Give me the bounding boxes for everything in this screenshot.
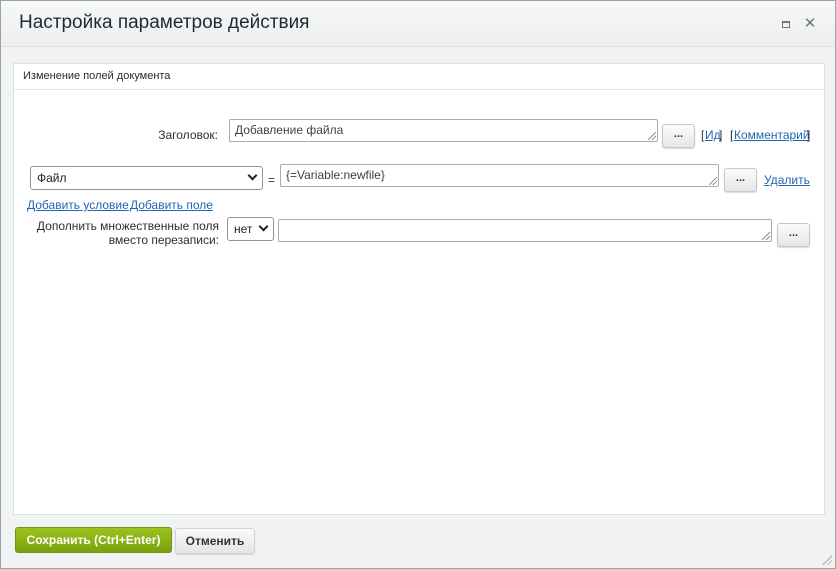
append-select-value: нет	[234, 222, 253, 236]
comment-link[interactable]: Комментарий	[734, 128, 810, 142]
append-input[interactable]	[278, 219, 772, 242]
resize-grip-icon[interactable]	[822, 555, 832, 565]
chevron-down-icon	[258, 221, 269, 232]
id-bracket-open: [	[701, 128, 705, 142]
save-button[interactable]: Сохранить (Ctrl+Enter)	[15, 527, 172, 553]
comment-bracket-open: [	[730, 128, 734, 142]
comment-bracket-close: ]	[807, 128, 811, 142]
append-label: Дополнить множественные поля вместо пере…	[21, 219, 219, 247]
add-condition-link[interactable]: Добавить условие	[27, 198, 129, 212]
dialog-title: Настройка параметров действия	[19, 12, 310, 33]
append-label-line2: вместо перезаписи:	[108, 233, 219, 247]
dialog-titlebar[interactable]: Настройка параметров действия ✕	[1, 1, 835, 47]
append-insert-button[interactable]: ...	[777, 223, 810, 247]
title-insert-button[interactable]: ...	[662, 124, 695, 148]
append-select[interactable]: нет	[227, 217, 274, 241]
field-select[interactable]: Файл	[30, 166, 263, 190]
field-insert-button[interactable]: ...	[724, 168, 757, 192]
id-bracket-close: ]	[719, 128, 723, 142]
resize-handle-icon[interactable]	[762, 232, 770, 240]
close-icon[interactable]: ✕	[803, 16, 817, 31]
equals-sign: =	[268, 173, 276, 187]
resize-handle-icon[interactable]	[648, 132, 656, 140]
cancel-button[interactable]: Отменить	[175, 528, 255, 554]
action-settings-dialog: Настройка параметров действия ✕ Изменени…	[0, 0, 836, 569]
field-value-text: {=Variable:newfile}	[286, 168, 385, 182]
delete-link[interactable]: Удалить	[764, 173, 810, 187]
field-select-value: Файл	[37, 171, 67, 185]
title-label: Заголовок:	[158, 128, 218, 142]
section-title: Изменение полей документа	[14, 64, 824, 90]
append-label-line1: Дополнить множественные поля	[36, 219, 219, 233]
maximize-icon[interactable]	[779, 17, 793, 31]
field-value-input[interactable]: {=Variable:newfile}	[280, 164, 719, 187]
chevron-down-icon	[247, 170, 258, 181]
add-field-link[interactable]: Добавить поле	[130, 198, 213, 212]
title-input-value: Добавление файла	[235, 123, 344, 137]
title-input[interactable]: Добавление файла	[229, 119, 658, 142]
resize-handle-icon[interactable]	[709, 177, 717, 185]
